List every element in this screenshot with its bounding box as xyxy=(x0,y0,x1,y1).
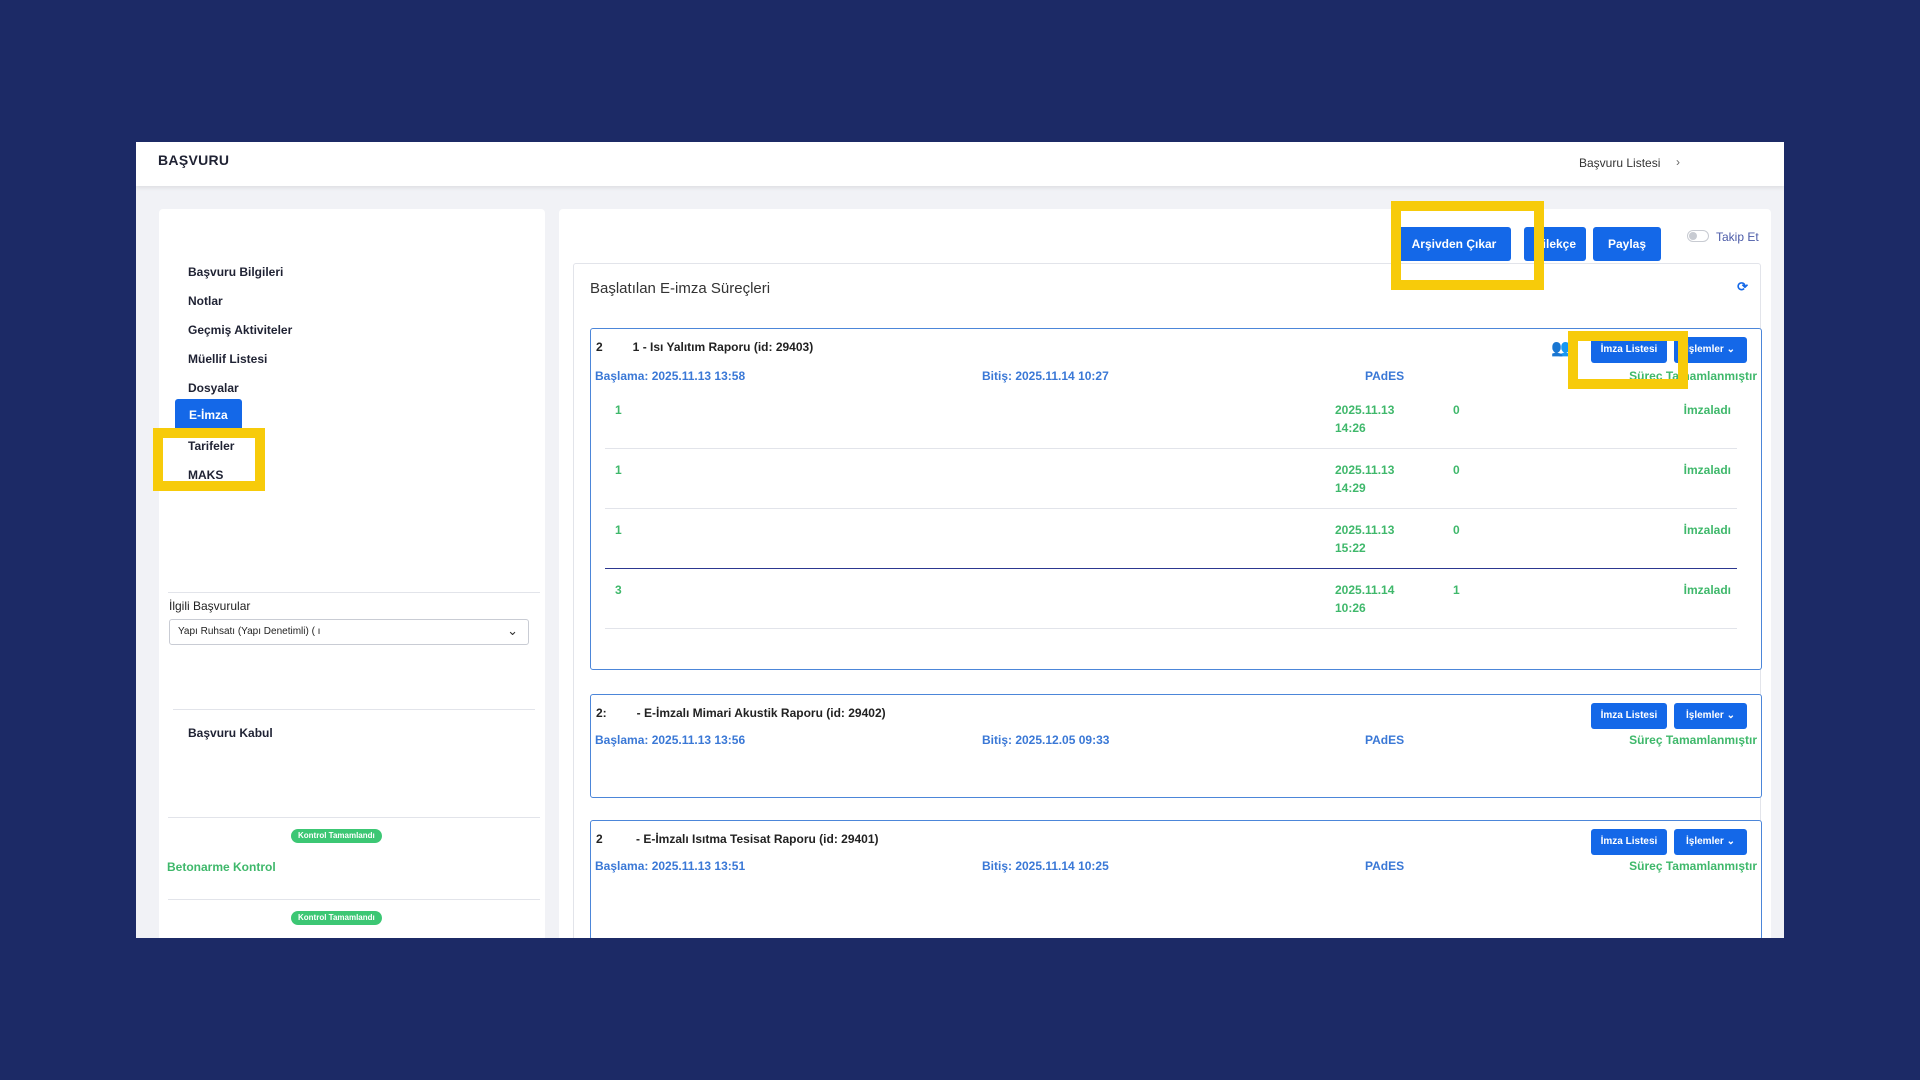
signer-count: 0 xyxy=(1453,463,1460,477)
signature-type: PAdES xyxy=(1365,859,1405,873)
takip-toggle[interactable] xyxy=(1687,230,1709,242)
imza-listesi-button[interactable]: İmza Listesi xyxy=(1591,829,1667,855)
end-time: Bitiş: 2025.11.14 10:27 xyxy=(982,369,1109,383)
related-applications-value: Yapı Ruhsatı (Yapı Denetimli) ( ı xyxy=(178,626,321,637)
signer-order: 3 xyxy=(615,583,622,597)
highlight-box xyxy=(153,428,265,491)
signer-row: 3 2025.11.14 10:26 1 İmzaladı xyxy=(605,569,1737,629)
sidebar-item-basvuru-bilgileri[interactable]: Başvuru Bilgileri xyxy=(188,265,283,279)
toggle-knob xyxy=(1689,232,1697,240)
main-content: Arşivden Çıkar Dilekçe Paylaş Takip Et B… xyxy=(559,209,1771,938)
signature-type: PAdES xyxy=(1365,369,1405,383)
signer-count: 1 xyxy=(1453,583,1460,597)
signer-state: İmzaladı xyxy=(1683,403,1731,417)
chevron-down-icon: ⌄ xyxy=(507,623,518,638)
sidebar-item-e-imza[interactable]: E-İmza xyxy=(175,399,242,431)
end-time: Bitiş: 2025.12.05 09:33 xyxy=(982,733,1110,747)
divider xyxy=(168,592,540,593)
start-time: Başlama: 2025.11.13 13:58 xyxy=(595,369,746,383)
process-status: Süreç Tamamlanmıştır xyxy=(1629,733,1757,747)
takip-et-label: Takip Et xyxy=(1716,230,1759,244)
signer-row: 1 2025.11.13 14:26 0 İmzaladı xyxy=(605,389,1737,449)
imza-listesi-button[interactable]: İmza Listesi xyxy=(1591,703,1667,729)
signed-date: 2025.11.13 14:26 xyxy=(1335,403,1395,435)
breadcrumb-basvuru-listesi[interactable]: Başvuru Listesi xyxy=(1579,156,1660,170)
start-time: Başlama: 2025.11.13 13:56 xyxy=(595,733,746,747)
page-title: BAŞVURU xyxy=(158,152,230,168)
islemler-label: İşlemler xyxy=(1686,710,1724,721)
signed-date: 2025.11.14 10:26 xyxy=(1335,583,1395,615)
highlight-box xyxy=(1568,331,1688,389)
related-applications-label: İlgili Başvurular xyxy=(169,599,251,613)
card-title: 2 - E-İmzalı Isıtma Tesisat Raporu (id: … xyxy=(596,832,879,846)
signature-process-card: 2: - E-İmzalı Mimari Akustik Raporu (id:… xyxy=(590,694,1762,798)
signer-count: 0 xyxy=(1453,403,1460,417)
sidebar-item-notlar[interactable]: Notlar xyxy=(188,294,223,308)
islemler-label: İşlemler xyxy=(1686,344,1724,355)
signer-state: İmzaladı xyxy=(1683,523,1731,537)
panel-title: Başlatılan E-imza Süreçleri xyxy=(590,280,771,297)
start-time: Başlama: 2025.11.13 13:51 xyxy=(595,859,746,873)
status-badge: Kontrol Tamamlandı xyxy=(291,911,382,925)
sidebar-item-gecmis-aktiviteler[interactable]: Geçmiş Aktiviteler xyxy=(188,323,292,337)
signer-row: 1 2025.11.13 14:29 0 İmzaladı xyxy=(605,449,1737,509)
related-applications-select[interactable]: Yapı Ruhsatı (Yapı Denetimli) ( ı ⌄ xyxy=(169,619,529,645)
islemler-label: İşlemler xyxy=(1686,836,1724,847)
signer-order: 1 xyxy=(615,403,622,417)
card-title: 2: - E-İmzalı Mimari Akustik Raporu (id:… xyxy=(596,706,886,720)
end-time: Bitiş: 2025.11.14 10:25 xyxy=(982,859,1109,873)
chevron-down-icon: ⌄ xyxy=(1726,344,1735,355)
paylas-button[interactable]: Paylaş xyxy=(1593,227,1661,261)
header-bar: BAŞVURU Başvuru Listesi › xyxy=(136,142,1784,186)
signature-type: PAdES xyxy=(1365,733,1405,747)
status-badge: Kontrol Tamamlandı xyxy=(291,829,382,843)
islemler-dropdown[interactable]: İşlemler ⌄ xyxy=(1674,829,1747,855)
divider xyxy=(168,817,540,818)
signer-order: 1 xyxy=(615,523,622,537)
signer-count: 0 xyxy=(1453,523,1460,537)
signer-order: 1 xyxy=(615,463,622,477)
signed-date: 2025.11.13 15:22 xyxy=(1335,523,1395,555)
signed-date: 2025.11.13 14:29 xyxy=(1335,463,1395,495)
card-title: 2 1 - Isı Yalıtım Raporu (id: 29403) xyxy=(596,340,814,354)
signer-state: İmzaladı xyxy=(1683,583,1731,597)
signer-row: 1 2025.11.13 15:22 0 İmzaladı xyxy=(605,509,1737,569)
signer-state: İmzaladı xyxy=(1683,463,1731,477)
divider xyxy=(168,899,540,900)
divider xyxy=(173,709,535,710)
islemler-dropdown[interactable]: İşlemler ⌄ xyxy=(1674,703,1747,729)
sidebar: Başvuru Bilgileri Notlar Geçmiş Aktivite… xyxy=(159,209,545,938)
sidebar-item-dosyalar[interactable]: Dosyalar xyxy=(188,381,239,395)
betonarme-kontrol-label: Betonarme Kontrol xyxy=(167,860,276,874)
sidebar-item-muellif-listesi[interactable]: Müellif Listesi xyxy=(188,352,267,366)
process-status: Süreç Tamamlanmıştır xyxy=(1629,859,1757,873)
signature-process-card: 2 - E-İmzalı Isıtma Tesisat Raporu (id: … xyxy=(590,820,1762,938)
highlight-box xyxy=(1391,201,1544,290)
chevron-down-icon: ⌄ xyxy=(1726,710,1735,721)
chevron-down-icon: ⌄ xyxy=(1726,836,1735,847)
basvuru-kabul-label: Başvuru Kabul xyxy=(188,726,273,740)
chevron-right-icon: › xyxy=(1676,155,1680,169)
refresh-icon[interactable]: ⟳ xyxy=(1737,279,1748,295)
